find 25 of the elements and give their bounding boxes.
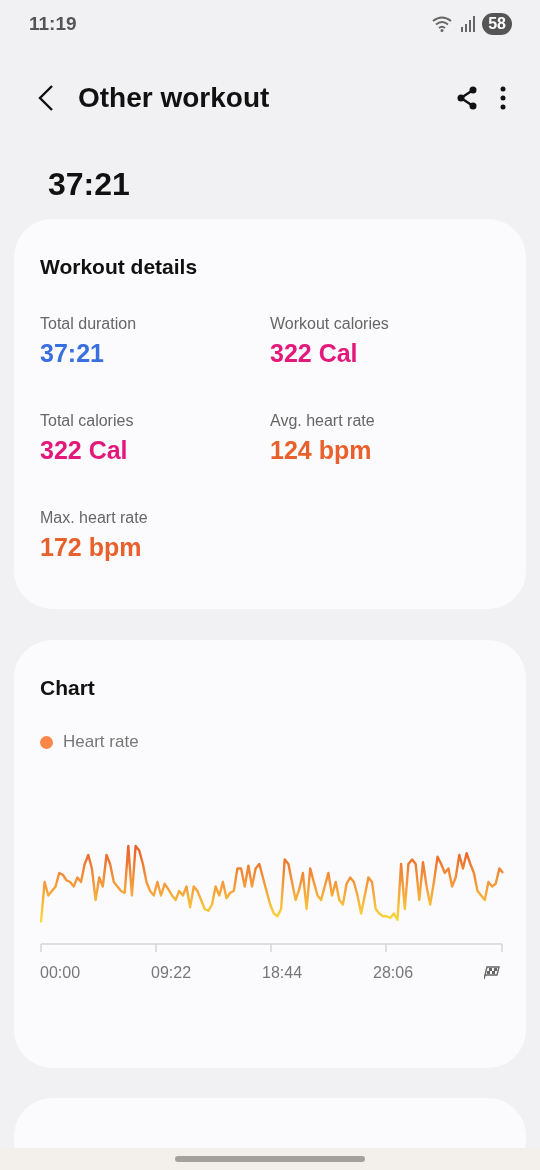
card-title: Chart [40, 676, 96, 700]
metric-label: Avg. heart rate [270, 412, 376, 430]
legend-label: Heart rate [63, 732, 139, 752]
metric-label: Total duration [40, 315, 138, 333]
axis-label: 09:22 [151, 964, 192, 982]
axis-label: 28:06 [373, 964, 414, 982]
back-icon[interactable] [36, 83, 56, 113]
page-title: Other workout [78, 82, 271, 114]
battery-level: 58 [482, 13, 512, 35]
metric-label: Total calories [40, 412, 135, 430]
finish-flag-icon [484, 966, 500, 980]
signal-icon [460, 16, 477, 32]
axis-label: 00:00 [40, 964, 81, 982]
metric-label: Workout calories [270, 315, 390, 333]
axis-label: 18:44 [262, 964, 303, 982]
metric-value: 322 Cal [40, 436, 129, 465]
metric-value: 322 Cal [270, 339, 359, 368]
card-title: Workout details [40, 255, 199, 279]
workout-duration: 37:21 [48, 166, 131, 203]
metric-value: 124 bpm [270, 436, 373, 465]
status-time: 11:19 [29, 13, 77, 35]
metric-value: 172 bpm [40, 533, 143, 562]
metric-value: 37:21 [40, 339, 105, 368]
home-handle[interactable] [175, 1156, 365, 1162]
metric-label: Max. heart rate [40, 509, 149, 527]
